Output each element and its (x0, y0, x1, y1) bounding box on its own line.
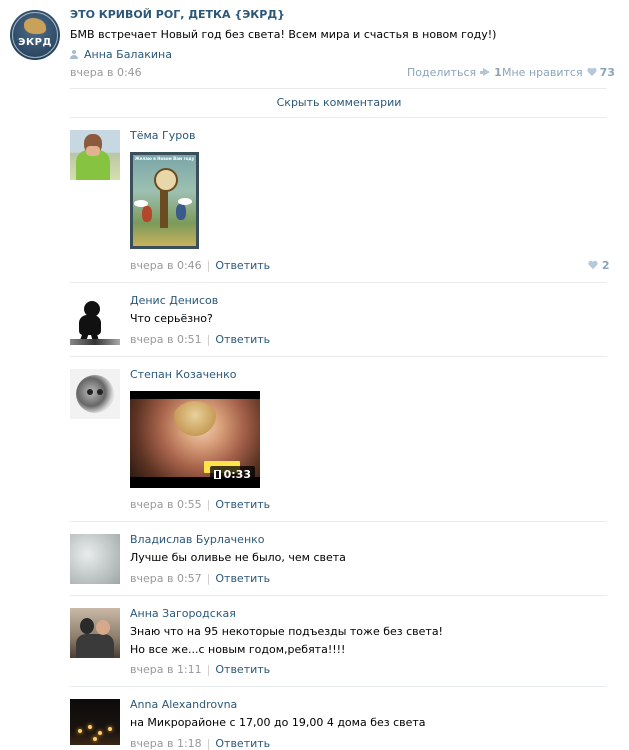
comment-author-link[interactable]: Владислав Бурлаченко (130, 533, 265, 546)
comment-avatar[interactable] (70, 699, 120, 745)
comment-text: Что серьёзно? (130, 312, 213, 325)
divider (70, 356, 607, 357)
user-icon (70, 50, 78, 59)
comment-author-link[interactable]: Anna Alexandrovna (130, 698, 237, 711)
photo-image (176, 204, 186, 220)
video-duration-text: 0:33 (223, 468, 251, 481)
comment-date[interactable]: вчера в 0:46 (130, 259, 202, 272)
comment-text-line: Но все же...с новым годом,ребята!!!! (130, 643, 346, 656)
photo-image (134, 200, 148, 207)
hide-comments-link[interactable]: Скрыть комментарии (70, 96, 608, 109)
divider (70, 686, 607, 687)
video-thumbnail (172, 401, 218, 441)
comment-date[interactable]: вчера в 1:11 (130, 663, 202, 676)
comment-meta: вчера в 0:46 | Ответить (130, 259, 270, 272)
candle-light (88, 725, 92, 729)
horse-logo-icon (24, 18, 46, 34)
comment-avatar[interactable] (70, 369, 120, 419)
reply-link[interactable]: Ответить (215, 737, 270, 750)
comment-like-count: 2 (601, 259, 610, 272)
like-count: 73 (599, 66, 615, 79)
comment-text: Знаю что на 95 некоторые подъезды тоже б… (130, 623, 443, 659)
avatar-figure (76, 375, 114, 413)
photo-image (142, 206, 152, 222)
avatar-label: ЭКРД (18, 37, 52, 48)
heart-icon (587, 68, 597, 77)
share-button[interactable]: Поделиться 1 (407, 66, 502, 79)
comment-avatar[interactable] (70, 534, 120, 584)
candle-light (78, 729, 82, 733)
divider (70, 88, 607, 89)
comment-date[interactable]: вчера в 0:55 (130, 498, 202, 511)
comment-avatar[interactable] (70, 295, 120, 345)
comment-author-link[interactable]: Анна Загородская (130, 607, 236, 620)
divider (70, 595, 607, 596)
comment-author-link[interactable]: Денис Денисов (130, 294, 218, 307)
comment-date[interactable]: вчера в 0:57 (130, 572, 202, 585)
avatar-figure (96, 620, 110, 635)
comment-like-button[interactable]: 2 (584, 259, 610, 272)
comment-meta: вчера в 1:18 | Ответить (130, 737, 270, 750)
comment-text-line: Знаю что на 95 некоторые подъезды тоже б… (130, 625, 443, 638)
comment-avatar[interactable] (70, 608, 120, 658)
avatar-figure (87, 389, 93, 395)
group-name-link[interactable]: ЭТО КРИВОЙ РОГ, ДЕТКА {ЭКРД} (70, 8, 285, 21)
comment-photo-attachment[interactable]: Желаю в Новом Вам году (130, 152, 199, 249)
post-author-link[interactable]: Анна Балакина (84, 48, 172, 61)
comment-author-link[interactable]: Тёма Гуров (130, 129, 195, 142)
comment-date[interactable]: вчера в 0:51 (130, 333, 202, 346)
avatar-figure (80, 618, 94, 634)
comment-author-link[interactable]: Степан Козаченко (130, 368, 236, 381)
video-duration: 0:33 (209, 466, 255, 483)
divider (70, 117, 607, 118)
post-author: Анна Балакина (70, 48, 172, 61)
comment-date[interactable]: вчера в 1:18 (130, 737, 202, 750)
reply-link[interactable]: Ответить (215, 498, 270, 511)
heart-icon (588, 261, 598, 270)
candle-light (93, 737, 97, 741)
comment-meta: вчера в 0:51 | Ответить (130, 333, 270, 346)
like-button[interactable]: Мне нравится 73 (502, 66, 615, 79)
reply-link[interactable]: Ответить (215, 572, 270, 585)
candle-light (98, 731, 102, 735)
clock-icon (154, 168, 178, 192)
reply-link[interactable]: Ответить (215, 333, 270, 346)
photo-caption: Желаю в Новом Вам году (134, 156, 195, 161)
comment-video-attachment[interactable]: 0:33 (130, 391, 260, 488)
meta-separator: | (206, 333, 211, 346)
avatar-figure (70, 339, 120, 345)
megaphone-icon (480, 68, 491, 77)
meta-separator: | (206, 737, 211, 750)
film-icon (213, 470, 221, 479)
post-text: БМВ встречает Новый год без света! Всем … (70, 28, 497, 41)
divider (70, 282, 607, 283)
like-label: Мне нравится (502, 66, 583, 79)
post-date[interactable]: вчера в 0:46 (70, 66, 142, 79)
comment-meta: вчера в 1:11 | Ответить (130, 663, 270, 676)
reply-link[interactable]: Ответить (215, 259, 270, 272)
divider (70, 521, 607, 522)
candle-light (108, 727, 112, 731)
group-avatar[interactable]: ЭКРД (10, 10, 60, 60)
reply-link[interactable]: Ответить (215, 663, 270, 676)
comment-meta: вчера в 0:55 | Ответить (130, 498, 270, 511)
meta-separator: | (206, 572, 211, 585)
meta-separator: | (206, 259, 211, 272)
photo-image (178, 198, 192, 205)
comment-meta: вчера в 0:57 | Ответить (130, 572, 270, 585)
share-label: Поделиться (407, 66, 477, 79)
avatar-figure (97, 389, 103, 395)
comment-text: на Микрорайоне с 17,00 до 19,00 4 дома б… (130, 716, 426, 729)
meta-separator: | (206, 498, 211, 511)
avatar-figure (76, 634, 114, 658)
meta-separator: | (206, 663, 211, 676)
avatar-figure (86, 146, 100, 156)
share-count: 1 (494, 66, 502, 79)
comment-avatar[interactable] (70, 130, 120, 180)
photo-image (160, 188, 168, 228)
comment-text: Лучше бы оливье не было, чем света (130, 551, 346, 564)
